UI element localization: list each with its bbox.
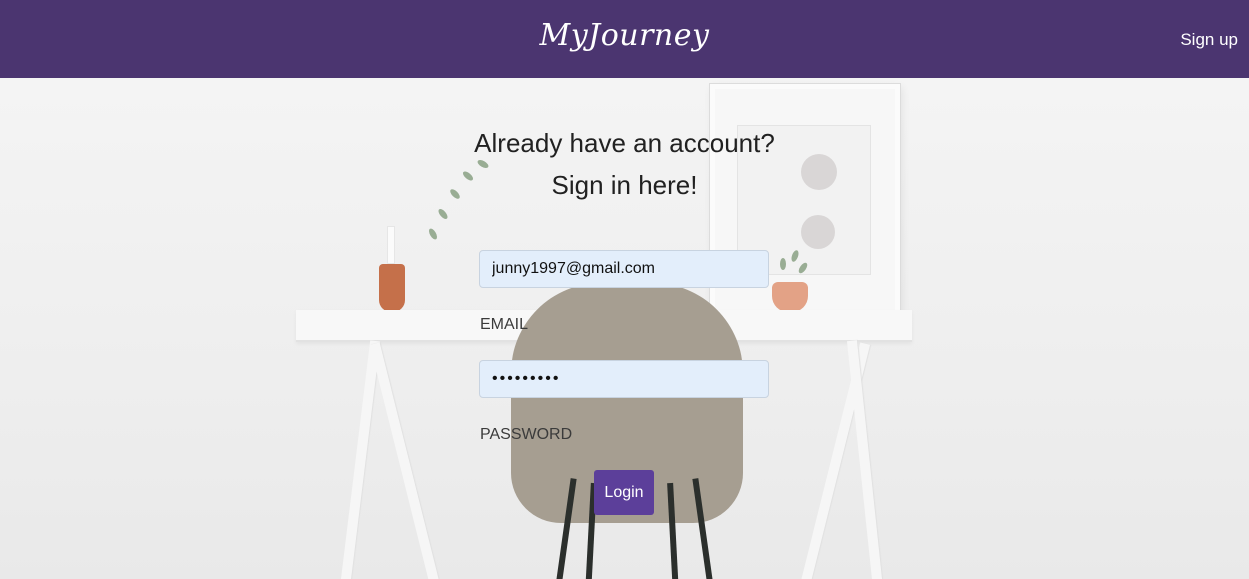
login-form: Already have an account? Sign in here! E… xyxy=(0,78,1249,579)
brand-logo[interactable]: MyJourney xyxy=(0,18,1249,53)
email-label: EMAIL xyxy=(480,316,529,333)
login-button[interactable]: Login xyxy=(594,470,654,515)
password-label: PASSWORD xyxy=(480,426,573,443)
page-title: Already have an account? xyxy=(474,128,775,158)
email-field[interactable] xyxy=(479,250,769,288)
password-field[interactable] xyxy=(479,360,769,398)
navbar: MyJourney Sign up xyxy=(0,0,1249,78)
signup-link[interactable]: Sign up xyxy=(1180,30,1238,50)
page-subtitle: Sign in here! xyxy=(551,170,698,200)
